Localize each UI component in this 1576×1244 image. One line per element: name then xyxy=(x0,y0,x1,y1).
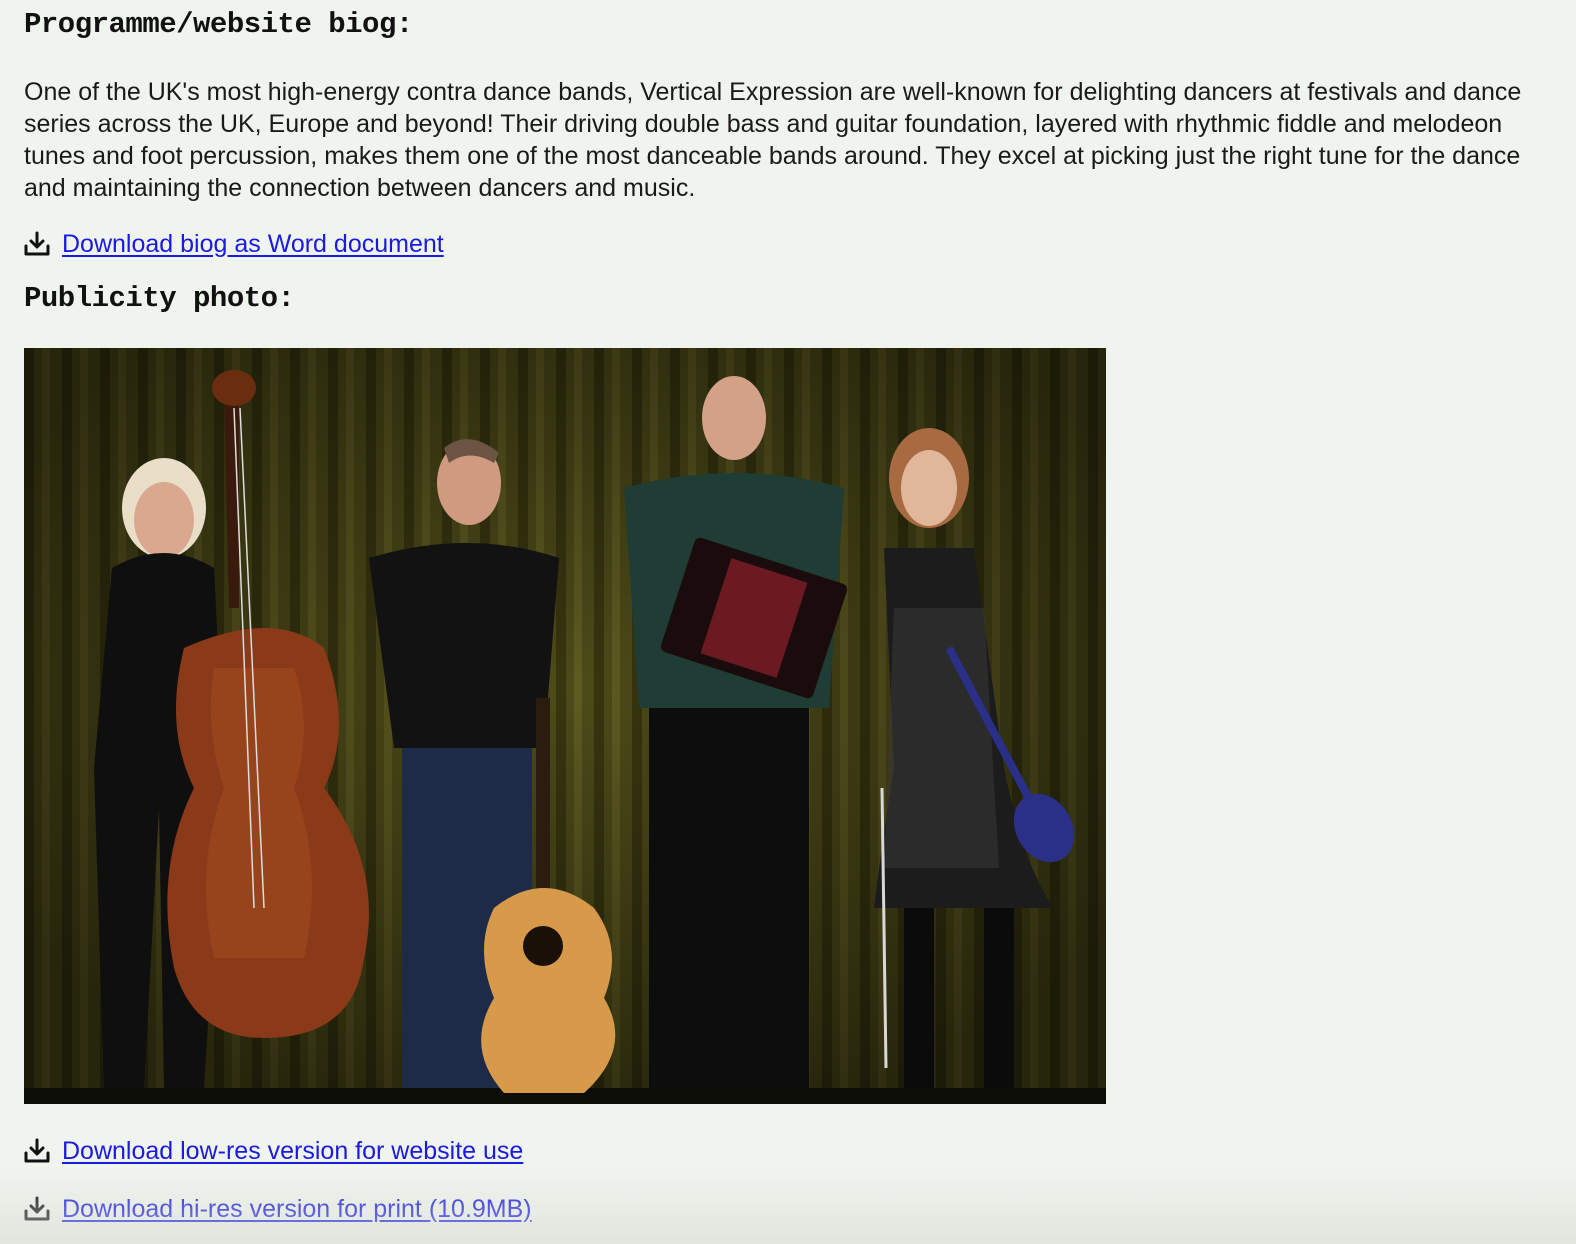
photo-heading: Publicity photo: xyxy=(24,282,295,315)
download-icon xyxy=(24,1196,50,1222)
download-low-res-link[interactable]: Download low-res version for website use xyxy=(62,1137,523,1166)
download-hi-res-row: Download hi-res version for print (10.9M… xyxy=(24,1192,532,1226)
download-hi-res-link[interactable]: Download hi-res version for print (10.9M… xyxy=(62,1195,532,1224)
download-icon xyxy=(24,231,50,257)
download-low-res-row: Download low-res version for website use xyxy=(24,1134,523,1168)
publicity-photo xyxy=(24,348,1106,1104)
biog-text: One of the UK's most high-energy contra … xyxy=(24,78,1522,202)
download-icon xyxy=(24,1138,50,1164)
download-biog-link[interactable]: Download biog as Word document xyxy=(62,230,444,259)
download-biog-row: Download biog as Word document xyxy=(24,227,444,261)
biog-heading: Programme/website biog: xyxy=(24,8,413,41)
